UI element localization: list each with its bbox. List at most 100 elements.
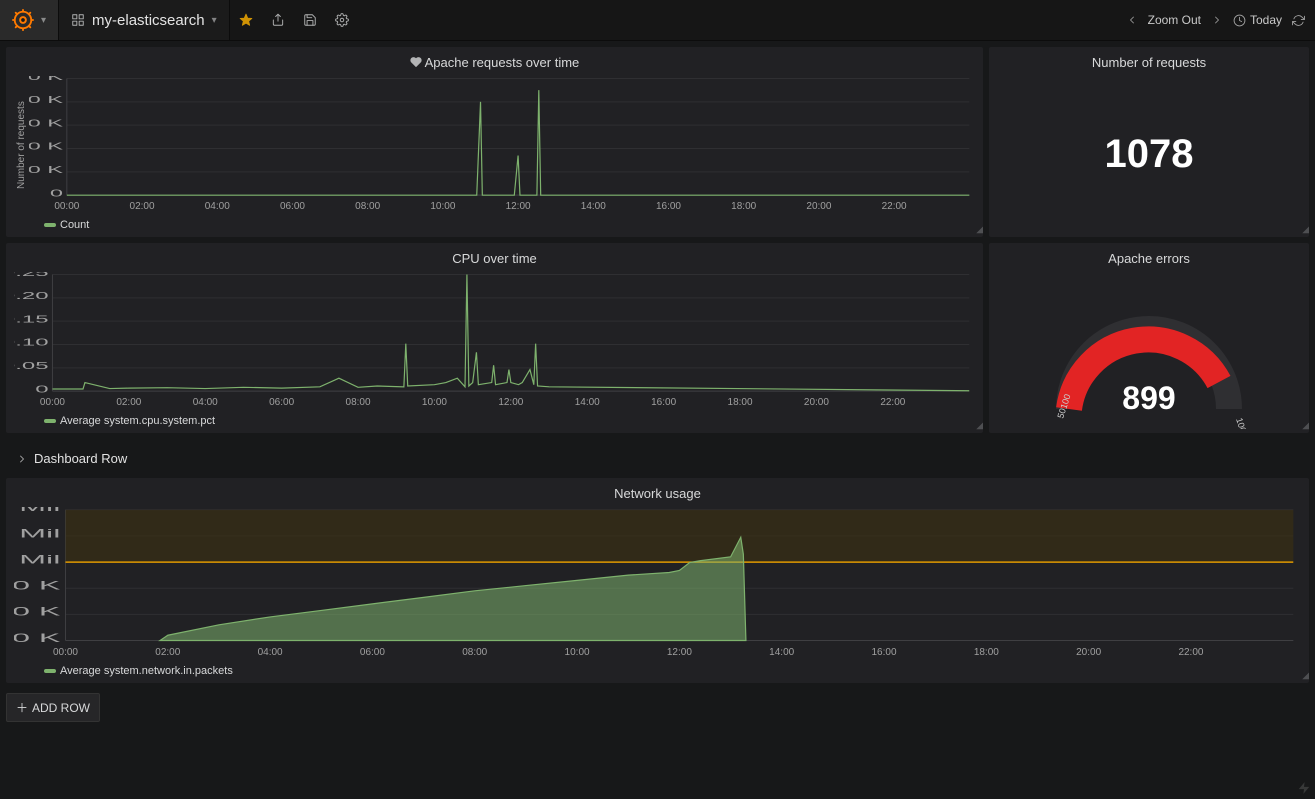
add-row-label: ADD ROW [32, 701, 90, 715]
resize-handle-icon[interactable]: ◢ [1302, 670, 1307, 681]
chevron-right-icon [16, 453, 28, 465]
svg-text:0.20: 0.20 [14, 290, 49, 302]
legend: Count [14, 215, 975, 233]
panel-title: CPU over time [6, 243, 983, 268]
svg-text:50 K: 50 K [29, 76, 63, 82]
svg-text:800 K: 800 K [14, 606, 60, 619]
settings-button[interactable] [326, 0, 358, 40]
x-tick: 04:00 [205, 201, 230, 212]
refresh-icon[interactable] [1292, 14, 1305, 27]
share-icon [271, 13, 285, 27]
svg-text:0.15: 0.15 [14, 313, 49, 325]
time-picker[interactable]: Zoom Out Today [1116, 0, 1315, 40]
x-tick: 02:00 [155, 647, 180, 658]
x-tick: 18:00 [731, 201, 756, 212]
x-tick: 22:00 [882, 201, 907, 212]
panel-request-count[interactable]: Number of requests 1078 ◢ [989, 47, 1309, 237]
x-tick: 12:00 [667, 647, 692, 658]
x-tick: 18:00 [974, 647, 999, 658]
x-tick: 00:00 [54, 201, 79, 212]
x-tick: 10:00 [430, 201, 455, 212]
time-range-label: Today [1250, 13, 1282, 27]
panel-apache-errors[interactable]: Apache errors 899 50100 1000 ◢ [989, 243, 1309, 433]
panel-title: Apache requests over time [6, 47, 983, 72]
chevron-left-icon [1126, 14, 1138, 26]
x-tick: 12:00 [506, 201, 531, 212]
x-tick: 18:00 [728, 397, 753, 408]
add-row-button[interactable]: ＋ ADD ROW [6, 693, 100, 722]
x-tick: 22:00 [1178, 647, 1203, 658]
save-button[interactable] [294, 0, 326, 40]
svg-text:1.0 Mil: 1.0 Mil [14, 553, 60, 566]
x-tick: 10:00 [565, 647, 590, 658]
panel-title: Network usage [6, 478, 1309, 503]
dashboard-row-toggle[interactable]: Dashboard Row [6, 445, 1309, 472]
dashboard-picker[interactable]: my-elasticsearch ▾ [59, 0, 230, 40]
bolt-icon [1297, 781, 1311, 795]
star-button[interactable] [230, 0, 262, 40]
top-nav: ▾ my-elasticsearch ▾ Zoom Out Today [0, 0, 1315, 41]
x-tick: 02:00 [130, 201, 155, 212]
grafana-logo-icon [12, 9, 34, 31]
chevron-down-icon: ▾ [212, 15, 217, 26]
x-tick: 14:00 [581, 201, 606, 212]
svg-text:40 K: 40 K [29, 93, 63, 105]
grid-icon [71, 13, 85, 27]
resize-handle-icon[interactable]: ◢ [1302, 420, 1307, 431]
x-tick: 10:00 [422, 397, 447, 408]
x-tick: 20:00 [1076, 647, 1101, 658]
panel-apache-requests[interactable]: Apache requests over time Number of requ… [6, 47, 983, 237]
x-tick: 08:00 [355, 201, 380, 212]
svg-text:900 K: 900 K [14, 579, 60, 592]
save-icon [303, 13, 317, 27]
svg-text:0.10: 0.10 [14, 336, 49, 348]
star-icon [239, 13, 253, 27]
svg-text:0.25: 0.25 [14, 272, 49, 278]
chevron-right-icon [1211, 14, 1223, 26]
x-tick: 14:00 [769, 647, 794, 658]
svg-text:10 K: 10 K [29, 163, 63, 175]
svg-text:1.1 Mil: 1.1 Mil [14, 527, 60, 540]
svg-text:899: 899 [1122, 380, 1175, 416]
panel-title: Apache errors [989, 243, 1309, 268]
zoom-out-label: Zoom Out [1148, 13, 1201, 27]
svg-text:0: 0 [50, 187, 63, 199]
legend: Average system.cpu.system.pct [14, 411, 975, 429]
gear-icon [335, 13, 349, 27]
x-tick: 12:00 [498, 397, 523, 408]
x-tick: 16:00 [871, 647, 896, 658]
stat-value: 1078 [1105, 132, 1194, 177]
dashboard-title: my-elasticsearch [92, 12, 205, 29]
panel-network-usage[interactable]: Network usage 700 K 800 K 900 K 1.0 Mil 1.1 … [6, 478, 1309, 683]
x-tick: 08:00 [346, 397, 371, 408]
row-3: Network usage 700 K 800 K 900 K 1.0 Mil 1.1 … [0, 478, 1315, 689]
legend: Average system.network.in.packets [14, 661, 1301, 679]
clock-icon [1233, 14, 1246, 27]
x-tick: 00:00 [53, 647, 78, 658]
resize-handle-icon[interactable]: ◢ [976, 420, 981, 431]
svg-text:700 K: 700 K [14, 632, 60, 645]
x-tick: 00:00 [40, 397, 65, 408]
x-tick: 08:00 [462, 647, 487, 658]
x-tick: 04:00 [193, 397, 218, 408]
heart-icon [410, 56, 422, 68]
x-tick: 06:00 [280, 201, 305, 212]
resize-handle-icon[interactable]: ◢ [1302, 224, 1307, 235]
brand-menu[interactable]: ▾ [0, 0, 59, 40]
resize-handle-icon[interactable]: ◢ [976, 224, 981, 235]
svg-text:1000: 1000 [1234, 417, 1250, 429]
share-button[interactable] [262, 0, 294, 40]
panel-cpu[interactable]: CPU over time 00.050.100.150.200.2500:00… [6, 243, 983, 433]
svg-text:0: 0 [35, 383, 48, 395]
y-axis-title: Number of requests [14, 76, 29, 215]
x-tick: 06:00 [360, 647, 385, 658]
x-tick: 04:00 [258, 647, 283, 658]
row-1: Apache requests over time Number of requ… [0, 41, 1315, 439]
x-tick: 06:00 [269, 397, 294, 408]
x-tick: 02:00 [116, 397, 141, 408]
gauge-chart: 899 50100 1000 [1039, 289, 1259, 429]
svg-text:20 K: 20 K [29, 140, 63, 152]
x-tick: 20:00 [806, 201, 831, 212]
panel-title: Number of requests [989, 47, 1309, 72]
x-tick: 22:00 [880, 397, 905, 408]
